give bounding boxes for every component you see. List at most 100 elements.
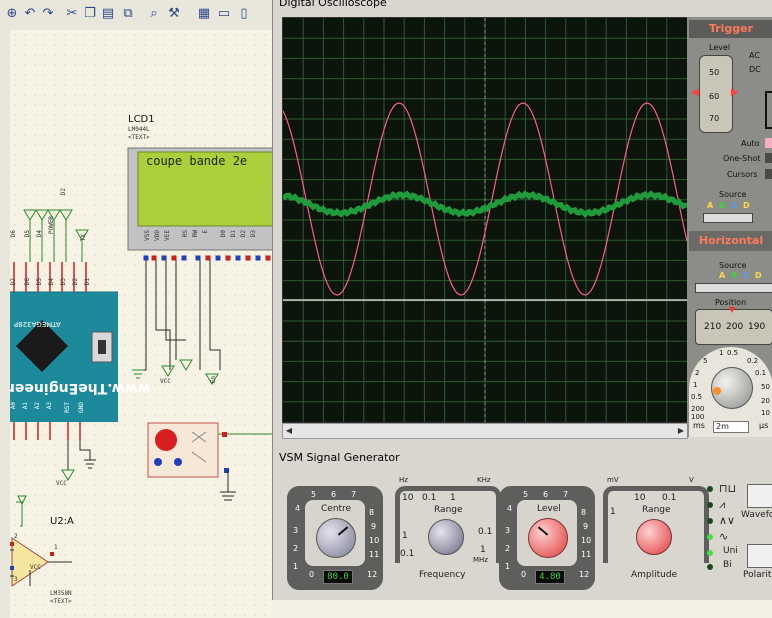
trigger-source-c[interactable]: C [731,201,737,210]
zoom-icon[interactable]: ⊕ [4,6,20,22]
amplitude-range-knob[interactable] [636,519,672,555]
opamp-vcc-label: VCC [30,564,41,571]
trigger-auto-label[interactable]: Auto [741,139,760,148]
trigger-ac-label[interactable]: AC [749,51,760,60]
polarity-bi-led[interactable] [707,564,713,570]
lcd-pin-vee: VEE [164,230,171,241]
toolbar: ⊕ ↶ ↷ ✂ ❐ ▤ ⧉ ⌕ ⚒ ▦ ▭ ▯ [0,0,272,31]
trigger-level-label: Level [709,43,731,52]
cut-icon[interactable]: ✂ [64,6,80,22]
horizontal-source-slider[interactable] [695,283,772,293]
arduino-label-power: POWER [48,216,55,235]
undo-icon[interactable]: ↶ [22,6,38,22]
find-icon[interactable]: ⌕ [146,6,162,22]
polarity-bi-label[interactable]: Bi [723,560,732,570]
horizontal-source-a[interactable]: A [719,271,725,280]
amp-unit-v: V [689,476,694,484]
polarity-selector-button[interactable] [747,544,772,568]
settings-icon[interactable]: ⚒ [166,6,182,22]
arduino-pin-d5: D3 [60,278,67,286]
freq-range-top-0-1[interactable]: 0.1 [422,493,436,503]
oscilloscope-screen[interactable] [281,17,688,423]
scroll-right-icon[interactable]: ▶ [675,424,687,438]
level-knob[interactable] [528,518,568,558]
polarity-uni-led[interactable] [707,550,713,556]
freq-range-right-0-1[interactable]: 0.1 [478,527,492,537]
arduino-pin-rst: RST [64,402,71,413]
arduino-pin-d8: D6 [24,278,31,286]
square-wave-icon[interactable]: ⊓⊔ [719,482,736,495]
position-wheel[interactable]: 210 200 190 [695,309,772,345]
frequency-range-knob[interactable] [428,519,464,555]
horizontal-source-b[interactable]: B [731,271,737,280]
arduino-pin-a3: A3 [46,402,53,410]
timebase-dial[interactable]: 1 0.5 0.2 0.1 50 20 10 5 2 1 0.5 200 100… [689,347,772,437]
signal-generator-window[interactable]: VSM Signal Generator 5 6 7 4 8 3 9 2 10 … [272,446,772,600]
paste-icon[interactable]: ▤ [100,6,116,22]
waveform-square-led[interactable] [707,486,713,492]
trigger-source-a[interactable]: A [707,201,713,210]
horizontal-source-c[interactable]: C [743,271,749,280]
centre-tick-0: 0 [309,570,315,579]
trigger-title: Trigger [689,20,772,38]
level-tick-2: 2 [505,544,511,553]
amp-range-top-0-1[interactable]: 0.1 [662,493,676,503]
dial-tick-0-1: 0.1 [755,369,767,377]
sawtooth-wave-icon[interactable]: ⩘ [719,498,725,512]
freq-range-left-1[interactable]: 1 [402,531,408,541]
schematic-icon[interactable]: ⧉ [120,6,136,22]
triangle-wave-icon[interactable]: ∧∨ [719,514,735,527]
trigger-dc-label[interactable]: DC [749,65,761,74]
amp-range-top-10[interactable]: 10 [634,493,645,503]
amp-range-left-1[interactable]: 1 [610,507,616,517]
centre-knob[interactable] [316,518,356,558]
scroll-left-icon[interactable]: ◀ [283,424,295,438]
oscilloscope-window[interactable]: Digital Oscilloscope ◀ ▶ Trigger Level 5… [272,0,772,446]
freq-range-top-1[interactable]: 1 [450,493,456,503]
trigger-source-slider[interactable] [703,213,753,223]
dial-tick-200: 200 [691,405,705,413]
opamp-pin-in: 2 [14,533,18,540]
polarity-uni-label[interactable]: Uni [723,546,738,556]
horizontal-source-d[interactable]: D [755,271,762,280]
level-control: 5 6 7 4 8 3 9 2 10 1 11 0 12 Level 4.80 [499,486,595,590]
trigger-one-shot-label[interactable]: One-Shot [723,154,760,163]
centre-tick-10: 10 [369,536,380,545]
oscilloscope-controls: Trigger Level 50 60 70 ◀ ▶ AC DC Auto On… [687,17,772,437]
page-icon[interactable]: ▯ [236,6,252,22]
file-icon[interactable]: ▭ [216,6,232,22]
trigger-source-b[interactable]: B [719,201,725,210]
arduino-pin-a1: A1 [22,402,29,410]
freq-range-right-1[interactable]: 1 [480,545,486,555]
trigger-cursors-label[interactable]: Cursors [727,170,757,179]
freq-range-left-0-1[interactable]: 0.1 [400,549,414,559]
level-tick-1: 1 [505,562,511,571]
level-label: Level [537,504,561,514]
waveform-triangle-led[interactable] [707,518,713,524]
oscilloscope-scrollbar[interactable]: ◀ ▶ [282,423,688,439]
netlist-icon[interactable]: ▦ [196,6,212,22]
trigger-source-d[interactable]: D [743,201,750,210]
freq-range-label: Range [434,505,463,515]
schematic-canvas[interactable]: LCD1 LM044L <TEXT> coupe bande 2e VSS VD… [10,30,272,618]
auto-toggle[interactable] [765,138,772,148]
dial-tick-100: 100 [691,413,705,421]
dial-tick-10: 10 [761,409,770,417]
dial-tick-20: 20 [761,397,770,405]
arduino-label-d2: D2 [60,188,67,196]
freq-range-left-10[interactable]: 10 [402,493,413,503]
timebase-value-field[interactable]: 2m [713,421,749,433]
cursors-toggle[interactable] [765,169,772,179]
centre-tick-1: 1 [293,562,299,571]
sine-wave-icon[interactable]: ∿ [719,530,728,543]
dial-tick-1b: 1 [693,381,698,389]
redo-icon[interactable]: ↷ [40,6,56,22]
waveform-sine-led[interactable] [707,534,713,540]
copy-icon[interactable]: ❐ [82,6,98,22]
lcd-model: LM044L [128,126,150,133]
level-knob-panel: Level [517,500,577,566]
one-shot-toggle[interactable] [765,153,772,163]
waveform-sawtooth-led[interactable] [707,502,713,508]
trigger-level-wheel[interactable]: 50 60 70 [699,55,733,133]
waveform-selector-button[interactable] [747,484,772,508]
